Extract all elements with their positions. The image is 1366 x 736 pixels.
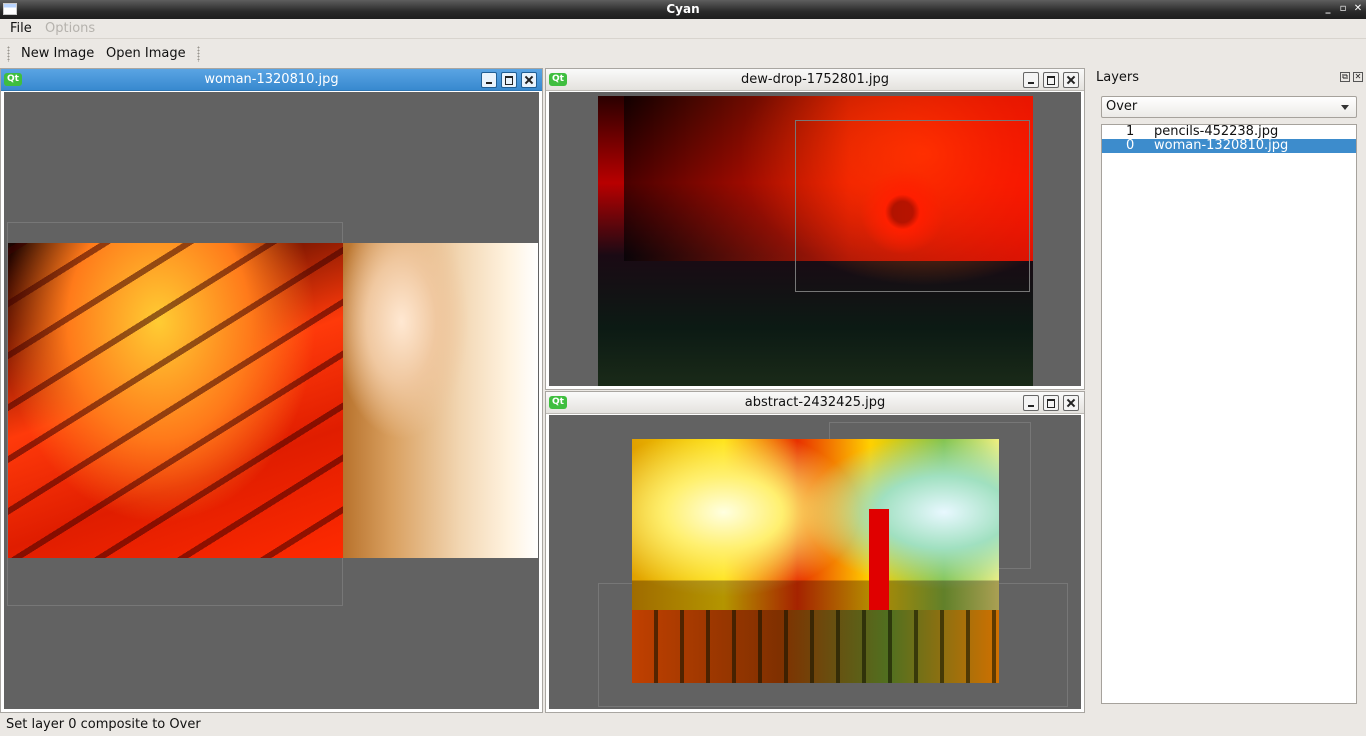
menu-options: Options bbox=[45, 21, 96, 36]
base-photo-image bbox=[343, 243, 538, 558]
subwindow-title: abstract-2432425.jpg bbox=[744, 395, 886, 410]
layer-row-1[interactable]: 1 pencils-452238.jpg bbox=[1102, 125, 1356, 139]
status-message: Set layer 0 composite to Over bbox=[6, 717, 201, 732]
subwindow-minimize-button[interactable] bbox=[1023, 72, 1039, 88]
menu-file[interactable]: File bbox=[10, 21, 32, 37]
subwindow-close-button[interactable] bbox=[521, 72, 537, 88]
layer-bounds bbox=[795, 120, 1030, 292]
subwindow-title: dew-drop-1752801.jpg bbox=[741, 72, 889, 87]
subwindow-titlebar[interactable]: Qt dew-drop-1752801.jpg bbox=[546, 69, 1084, 91]
toolbar: New Image Open Image bbox=[0, 39, 1366, 68]
layer-index: 0 bbox=[1126, 138, 1135, 153]
toolbar-separator bbox=[197, 46, 200, 62]
buildings-image bbox=[632, 610, 999, 683]
close-icon[interactable]: ✕ bbox=[1352, 3, 1364, 15]
layer-list[interactable]: 1 pencils-452238.jpg 0 woman-1320810.jpg bbox=[1101, 124, 1357, 704]
window-titlebar: Cyan _ ▫ ✕ bbox=[0, 0, 1366, 19]
subwindow-minimize-button[interactable] bbox=[481, 72, 497, 88]
layer-index: 1 bbox=[1126, 124, 1135, 139]
subwindow-maximize-button[interactable] bbox=[1043, 395, 1059, 411]
subwindow-dew-drop[interactable]: Qt dew-drop-1752801.jpg bbox=[545, 68, 1085, 390]
composited-layer-image bbox=[8, 243, 343, 558]
subwindow-titlebar[interactable]: Qt woman-1320810.jpg bbox=[1, 69, 542, 91]
restore-icon[interactable]: ▫ bbox=[1337, 3, 1349, 15]
status-bar: Set layer 0 composite to Over bbox=[0, 714, 1366, 736]
qt-logo-icon: Qt bbox=[549, 396, 567, 409]
layer-name: woman-1320810.jpg bbox=[1154, 138, 1289, 153]
qt-logo-icon: Qt bbox=[4, 73, 22, 86]
new-image-button[interactable]: New Image bbox=[21, 46, 94, 62]
subwindow-maximize-button[interactable] bbox=[1043, 72, 1059, 88]
subwindow-woman[interactable]: Qt woman-1320810.jpg bbox=[0, 68, 543, 713]
layer-name: pencils-452238.jpg bbox=[1154, 124, 1279, 139]
subwindow-title: woman-1320810.jpg bbox=[204, 72, 339, 87]
subwindow-titlebar[interactable]: Qt abstract-2432425.jpg bbox=[546, 392, 1084, 414]
dock-float-icon[interactable]: ⧉ bbox=[1340, 72, 1350, 82]
image-canvas[interactable] bbox=[4, 92, 539, 709]
chevron-down-icon bbox=[1341, 105, 1349, 110]
layers-dock-title: Layers bbox=[1096, 70, 1140, 85]
subwindow-minimize-button[interactable] bbox=[1023, 395, 1039, 411]
layer-row-0[interactable]: 0 woman-1320810.jpg bbox=[1102, 139, 1356, 153]
subwindow-maximize-button[interactable] bbox=[501, 72, 517, 88]
red-bar-shape bbox=[869, 509, 889, 611]
minimize-icon[interactable]: _ bbox=[1322, 3, 1334, 15]
menubar: File Options bbox=[0, 19, 1366, 39]
subwindow-close-button[interactable] bbox=[1063, 395, 1079, 411]
composite-mode-select[interactable]: Over bbox=[1101, 96, 1357, 118]
subwindow-close-button[interactable] bbox=[1063, 72, 1079, 88]
window-title: Cyan bbox=[666, 2, 700, 16]
app-icon bbox=[3, 3, 17, 15]
subwindow-abstract[interactable]: Qt abstract-2432425.jpg bbox=[545, 391, 1085, 713]
image-canvas[interactable] bbox=[549, 92, 1081, 386]
composite-mode-value: Over bbox=[1106, 99, 1138, 114]
qt-logo-icon: Qt bbox=[549, 73, 567, 86]
dock-close-icon[interactable]: ✕ bbox=[1353, 72, 1363, 82]
toolbar-grip[interactable] bbox=[7, 46, 10, 62]
image-canvas[interactable] bbox=[549, 415, 1081, 709]
layers-dock: Layers ⧉ ✕ Over 1 pencils-452238.jpg 0 w… bbox=[1090, 68, 1366, 712]
open-image-button[interactable]: Open Image bbox=[106, 46, 186, 62]
